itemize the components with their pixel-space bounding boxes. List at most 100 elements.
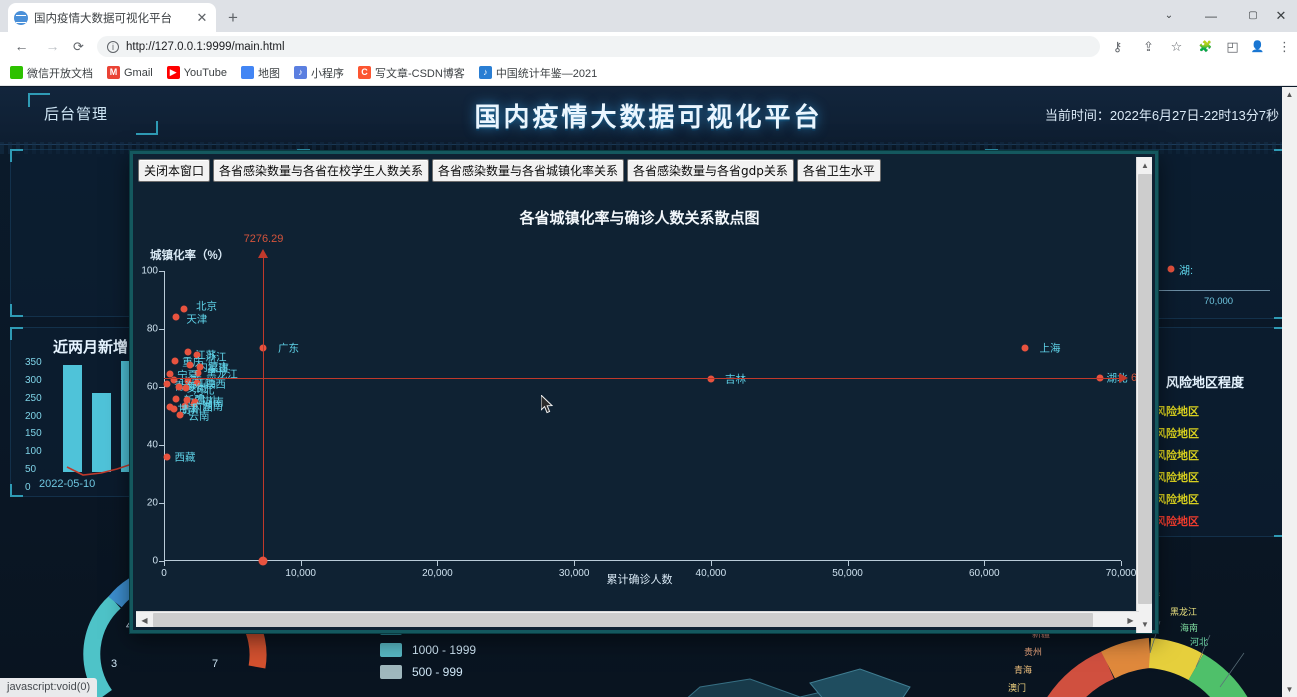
bookmark-item[interactable]: ♪ 小程序: [293, 65, 344, 81]
x-tick-label: 30,000: [558, 568, 590, 579]
scatter-point[interactable]: [163, 380, 171, 388]
scroll-down-icon[interactable]: ▼: [1137, 616, 1153, 633]
profile-avatar-icon[interactable]: 👤: [1248, 37, 1267, 56]
x-tick-label: 60,000: [968, 568, 1000, 579]
pie-label: 海南: [1180, 623, 1199, 633]
x-tick-mark: [984, 561, 986, 566]
x-tick-mark: [710, 561, 712, 566]
page-scroll-down-icon[interactable]: ▼: [1282, 682, 1297, 697]
address-bar[interactable]: i http://127.0.0.1:9999/main.html: [97, 36, 1100, 57]
bookmark-item[interactable]: ▶ YouTube: [166, 66, 227, 79]
bookmark-favicon-icon: ▶: [166, 66, 180, 79]
scatter-point-label: 云南: [188, 410, 210, 423]
bar-y-tick: 0: [25, 482, 31, 493]
chart-tab-2[interactable]: 各省感染数量与各省城镇化率关系: [432, 159, 625, 182]
scatter-point-label: 上海: [1039, 342, 1061, 355]
bookmark-star-icon[interactable]: ☆: [1167, 37, 1186, 56]
y-tick-mark: [159, 503, 164, 504]
split-screen-icon[interactable]: ◰: [1223, 37, 1242, 56]
bar-y-tick: 250: [25, 392, 42, 404]
y-tick-label: 60: [146, 381, 158, 393]
legend-label: 1000 - 1999: [412, 643, 477, 657]
tab-search-chevron-icon[interactable]: ⌄: [1148, 0, 1190, 32]
bookmark-favicon-icon: C: [357, 66, 371, 79]
x-tick-label: 70,000: [1105, 568, 1137, 579]
x-tick-label: 50,000: [832, 568, 863, 579]
site-info-icon[interactable]: i: [107, 40, 119, 53]
browser-toolbar: ← → ⟳ i http://127.0.0.1:9999/main.html …: [0, 32, 1297, 60]
bookmark-label: YouTube: [183, 66, 227, 79]
bookmark-label: 中国统计年鉴—2021: [495, 67, 598, 80]
share-icon[interactable]: ⇪: [1139, 37, 1158, 56]
y-tick-label: 0: [152, 555, 158, 567]
password-key-icon[interactable]: ⚷: [1108, 37, 1127, 56]
scatter-point[interactable]: [171, 357, 179, 365]
scroll-right-icon[interactable]: ▶: [1122, 612, 1139, 628]
bookmark-item[interactable]: M Gmail: [107, 66, 153, 79]
browser-tab-title: 国内疫情大数据可视化平台: [34, 12, 172, 25]
close-window-tab[interactable]: 关闭本窗口: [138, 159, 211, 182]
scatter-point[interactable]: [176, 411, 184, 419]
reload-icon[interactable]: ⟳: [70, 38, 87, 55]
page-scroll-up-icon[interactable]: ▲: [1282, 87, 1297, 102]
scatter-point[interactable]: [172, 313, 180, 321]
bookmark-item[interactable]: 地图: [240, 65, 280, 81]
bar-y-tick: 200: [25, 410, 42, 422]
bar-y-tick: 50: [25, 464, 37, 476]
scatter-preview-x-tick: 70,000: [1204, 296, 1234, 307]
scroll-up-icon[interactable]: ▲: [1137, 157, 1153, 174]
horizontal-scroll-thumb[interactable]: [153, 613, 1093, 627]
x-tick-label: 20,000: [422, 568, 453, 579]
close-tab-icon[interactable]: ✕: [194, 10, 210, 26]
crosshair-horizontal-line: [164, 378, 1121, 379]
chart-tab-4[interactable]: 各省卫生水平: [796, 159, 881, 182]
scatter-point[interactable]: [182, 384, 190, 392]
dashboard-header: 后台管理 国内疫情大数据可视化平台 当前时间：2022年6月27日-22时13分…: [0, 87, 1297, 154]
chart-tab-3[interactable]: 各省感染数量与各省gdp关系: [627, 159, 794, 182]
scatter-point[interactable]: [163, 453, 171, 461]
y-tick-mark: [159, 387, 164, 388]
modal-horizontal-scrollbar[interactable]: ◀ ▶: [136, 611, 1139, 627]
y-tick-mark: [159, 445, 164, 446]
scatter-plot-area[interactable]: 0 20 40 60 80 100 0 10,000 20,000 30,000 40,000 50…: [141, 233, 1141, 579]
extensions-puzzle-icon[interactable]: 🧩: [1196, 37, 1215, 56]
modal-vertical-scrollbar[interactable]: ▲ ▼: [1136, 157, 1152, 633]
chart-modal-window: 各省城镇化率与确诊人数关系散点图 城镇化率（%） 累计确诊人数 0 20 40 60 8…: [130, 151, 1158, 633]
chart-tab-1[interactable]: 各省感染数量与各省在校学生人数关系: [213, 159, 430, 182]
back-icon[interactable]: ←: [13, 38, 30, 55]
scatter-point[interactable]: [1021, 344, 1029, 352]
pie-label: 贵州: [1024, 647, 1043, 657]
scatter-point-label: 西藏: [174, 451, 196, 464]
bookmark-label: 微信开放文档: [27, 67, 93, 80]
forward-icon[interactable]: →: [44, 38, 61, 55]
bookmark-item[interactable]: 微信开放文档: [10, 65, 93, 81]
bookmark-item[interactable]: C 写文章-CSDN博客: [357, 65, 465, 81]
bar-x-tick: 2022-05-10: [39, 478, 96, 490]
chart-canvas[interactable]: 各省城镇化率与确诊人数关系散点图 城镇化率（%） 累计确诊人数 0 20 40 60 8…: [138, 159, 1141, 607]
y-tick-label: 40: [146, 439, 158, 451]
x-tick-mark: [574, 561, 576, 566]
close-window-button[interactable]: ✕: [1265, 0, 1297, 32]
new-tab-button[interactable]: +: [222, 7, 244, 29]
crosshair-vertical-line: [263, 257, 265, 561]
bookmark-item[interactable]: ♪ 中国统计年鉴—2021: [478, 65, 598, 81]
scroll-left-icon[interactable]: ◀: [136, 612, 153, 628]
scatter-point[interactable]: [170, 405, 178, 413]
browser-status-bar: javascript:void(0): [0, 678, 98, 697]
browser-tab-strip: 国内疫情大数据可视化平台 ✕ + ⌄ — ▢ ✕: [0, 0, 1297, 32]
minimize-window-button[interactable]: —: [1190, 0, 1232, 32]
page-scrollbar[interactable]: ▲ ▼: [1282, 87, 1297, 697]
map-legend-item: 1000 - 1999: [380, 639, 476, 661]
browser-tab[interactable]: 国内疫情大数据可视化平台 ✕: [8, 3, 216, 32]
risk-table-header: 风险地区程度: [1165, 375, 1244, 390]
pie-label: 河北: [1190, 637, 1209, 647]
x-tick-mark: [300, 561, 302, 566]
crosshair-axis-marker: [258, 556, 268, 566]
x-tick-label: 0: [161, 568, 167, 579]
browser-menu-icon[interactable]: ⋮: [1275, 37, 1294, 56]
bookmark-label: 小程序: [310, 67, 344, 80]
x-tick-mark: [847, 561, 849, 566]
pie-label: 青海: [1014, 665, 1033, 675]
y-tick-mark: [159, 271, 164, 272]
vertical-scroll-thumb[interactable]: [1138, 174, 1152, 604]
